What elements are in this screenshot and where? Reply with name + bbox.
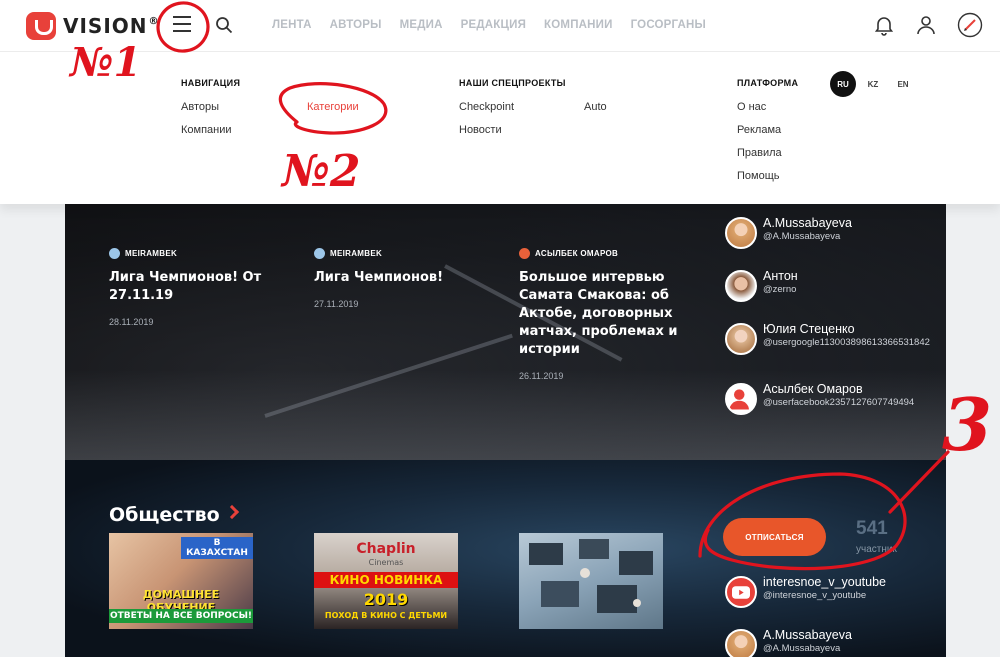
thumbnail-caption: КИНО НОВИНКА [314, 572, 458, 588]
menu-item-rules[interactable]: Правила [737, 147, 782, 159]
menu-item-ads[interactable]: Реклама [737, 124, 781, 136]
logo-icon [26, 12, 56, 40]
logo-text: VISION® [63, 14, 160, 38]
menu-item-categories[interactable]: Категории [307, 101, 359, 113]
site-header: VISION® ЛЕНТА АВТОРЫ МЕДИА РЕДАКЦИЯ КОМП… [0, 0, 1000, 52]
article-card[interactable]: MEIRAMBEK Лига Чемпионов! 27.11.2019 [314, 248, 484, 309]
default-avatar-icon [729, 389, 749, 410]
user-item[interactable]: Юлия Стеценко @usergoogle113003898613366… [725, 320, 945, 360]
community-section: Общество В КАЗАХСТАН ДОМАШНЕЕ ОБУЧЕНИЕ О… [65, 460, 946, 657]
search-icon[interactable] [215, 16, 233, 34]
thumbnail-caption: Cinemas [368, 558, 404, 567]
article-author[interactable]: АСЫЛБЕК ОМАРОВ [519, 248, 689, 259]
community-post-thumbnail[interactable]: В КАЗАХСТАН ДОМАШНЕЕ ОБУЧЕНИЕ ОТВЕТЫ НА … [109, 533, 253, 629]
community-post-thumbnail[interactable] [519, 533, 663, 629]
thumbnail-caption: ПОХОД В КИНО С ДЕТЬМИ [324, 611, 448, 620]
article-date: 26.11.2019 [519, 371, 564, 381]
menu-item-auto[interactable]: Auto [584, 101, 607, 113]
member-count-label: участник [856, 544, 897, 555]
desk-illustration [529, 539, 653, 613]
user-name: Асылбек Омаров [763, 382, 863, 396]
annotation-label-3: 3 [942, 382, 992, 467]
user-item[interactable]: Асылбек Омаров @userfacebook235712760774… [725, 380, 945, 420]
nav-government[interactable]: ГОСОРГАНЫ [631, 19, 706, 31]
menu-heading-platform: ПЛАТФОРМА [737, 78, 799, 88]
menu-heading-navigation: НАВИГАЦИЯ [181, 78, 241, 88]
article-card[interactable]: АСЫЛБЕК ОМАРОВ Большое интервью Самата С… [519, 248, 689, 381]
community-post-thumbnail[interactable]: Chaplin Cinemas КИНО НОВИНКА 2019 ПОХОД … [314, 533, 458, 629]
article-author[interactable]: MEIRAMBEK [314, 248, 484, 259]
user-item[interactable]: A.Mussabayeva @A.Mussabayeva [725, 214, 945, 254]
lang-kz[interactable]: KZ [860, 71, 886, 97]
menu-item-news[interactable]: Новости [459, 124, 502, 136]
site-logo[interactable]: VISION® [26, 11, 160, 41]
thumbnail-caption: ОТВЕТЫ НА ВСЕ ВОПРОСЫ! [109, 609, 253, 623]
article-card[interactable]: MEIRAMBEK Лига Чемпионов! От 27.11.19 28… [109, 248, 279, 327]
user-handle: @A.Mussabayeva [763, 231, 841, 242]
menu-item-checkpoint[interactable]: Checkpoint [459, 101, 514, 113]
user-handle: @A.Mussabayeva [763, 643, 841, 654]
article-title[interactable]: Лига Чемпионов! От 27.11.19 [109, 269, 279, 305]
member-count: 541 [856, 518, 888, 539]
author-avatar [314, 248, 325, 259]
author-avatar [519, 248, 530, 259]
avatar [725, 576, 757, 608]
nav-feed[interactable]: ЛЕНТА [272, 19, 312, 31]
menu-item-authors[interactable]: Авторы [181, 101, 219, 113]
author-avatar [109, 248, 120, 259]
user-item[interactable]: Антон @zerno [725, 267, 945, 307]
bell-icon[interactable] [873, 14, 895, 36]
user-handle: @interesnoe_v_youtube [763, 590, 867, 601]
article-date: 28.11.2019 [109, 317, 154, 327]
nav-editorial[interactable]: РЕДАКЦИЯ [461, 19, 526, 31]
lang-ru[interactable]: RU [830, 71, 856, 97]
thumbnail-caption: Chaplin [356, 541, 416, 557]
nav-media[interactable]: МЕДИА [400, 19, 443, 31]
avatar [725, 270, 757, 302]
user-name: interesnoe_v_youtube [763, 575, 887, 589]
mega-menu: НАВИГАЦИЯ Авторы Компании Категории НАШИ… [0, 52, 1000, 204]
nav-authors[interactable]: АВТОРЫ [330, 19, 382, 31]
featured-section: MEIRAMBEK Лига Чемпионов! От 27.11.19 28… [65, 204, 946, 460]
youtube-icon [732, 585, 750, 599]
community-title[interactable]: Общество [109, 504, 220, 526]
user-name: Юлия Стеценко [763, 322, 855, 336]
article-author[interactable]: MEIRAMBEK [109, 248, 279, 259]
user-handle: @zerno [763, 284, 797, 295]
menu-item-companies[interactable]: Компании [181, 124, 232, 136]
member-item[interactable]: A.Mussabayeva @A.Mussabayeva [725, 626, 945, 657]
user-name: A.Mussabayeva [763, 216, 852, 230]
lang-en[interactable]: EN [890, 71, 916, 97]
chevron-right-icon[interactable] [224, 504, 240, 520]
article-title[interactable]: Лига Чемпионов! [314, 269, 484, 287]
user-icon[interactable] [915, 14, 937, 36]
avatar [725, 217, 757, 249]
menu-icon[interactable] [173, 16, 191, 32]
user-name: A.Mussabayeva [763, 628, 852, 642]
unsubscribe-button[interactable]: ОТПИСАТЬСЯ [723, 518, 826, 556]
top-navigation: ЛЕНТА АВТОРЫ МЕДИА РЕДАКЦИЯ КОМПАНИИ ГОС… [272, 19, 706, 31]
thumbnail-caption: В КАЗАХСТАН [181, 537, 253, 559]
avatar [725, 323, 757, 355]
menu-item-help[interactable]: Помощь [737, 170, 780, 182]
avatar [725, 629, 757, 657]
nav-companies[interactable]: КОМПАНИИ [544, 19, 613, 31]
article-date: 27.11.2019 [314, 299, 359, 309]
member-item[interactable]: interesnoe_v_youtube @interesnoe_v_youtu… [725, 573, 945, 613]
user-handle: @usergoogle113003898613366531842 [763, 337, 930, 348]
menu-item-about[interactable]: О нас [737, 101, 766, 113]
pen-icon[interactable] [957, 12, 983, 38]
user-name: Антон [763, 269, 798, 283]
article-title[interactable]: Большое интервью Самата Смакова: об Акто… [519, 269, 689, 359]
thumbnail-caption: 2019 [363, 590, 409, 609]
user-handle: @userfacebook2357127607749494 [763, 397, 915, 408]
avatar [725, 383, 757, 415]
menu-heading-special: НАШИ СПЕЦПРОЕКТЫ [459, 78, 566, 88]
